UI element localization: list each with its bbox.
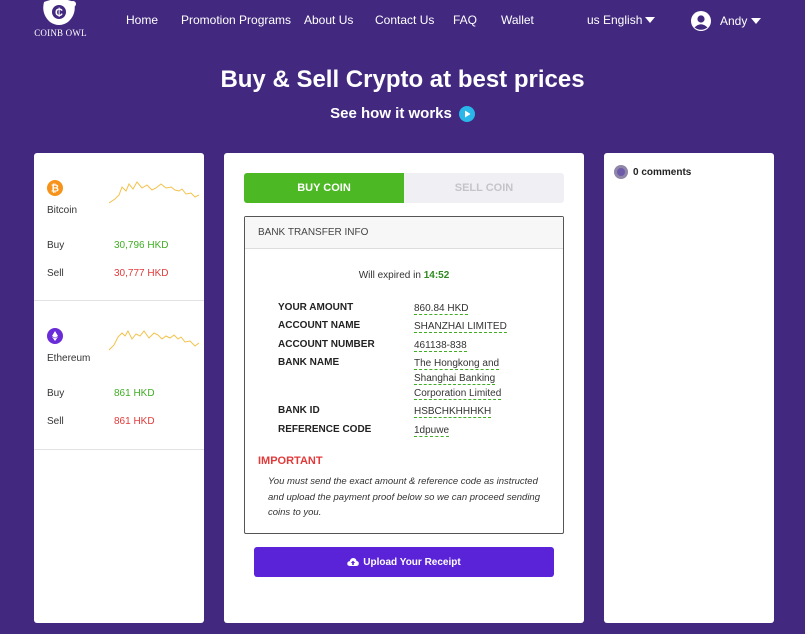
tab-sell-coin[interactable]: SELL COIN	[404, 173, 564, 203]
buy-label: Buy	[47, 240, 65, 251]
comment-avatar-icon	[614, 165, 628, 179]
coin-name: Bitcoin	[47, 205, 78, 216]
account-name-value[interactable]: SHANZHAI LIMITED	[414, 319, 507, 334]
reference-code-label: REFERENCE CODE	[278, 424, 372, 435]
svg-text:₵: ₵	[55, 7, 63, 19]
chevron-down-icon	[645, 17, 656, 23]
ethereum-icon	[47, 328, 63, 344]
important-note: You must send the exact amount & referen…	[268, 476, 540, 518]
sell-label: Sell	[47, 416, 64, 427]
nav-promotion-programs[interactable]: Promotion Programs	[181, 13, 291, 27]
divider	[34, 449, 204, 450]
bitcoin-icon: ₿	[47, 180, 63, 196]
nav-home[interactable]: Home	[126, 13, 158, 27]
nav-about-us[interactable]: About Us	[304, 13, 353, 27]
language-label: us English	[587, 13, 643, 27]
logo-text: COINB OWL	[34, 28, 87, 38]
sell-price: 861 HKD	[114, 416, 155, 427]
hero-subtitle: See how it works	[330, 105, 452, 122]
coin-name: Ethereum	[47, 353, 91, 364]
bank-id-value[interactable]: HSBCHKHHHKH	[414, 404, 492, 419]
your-amount-value[interactable]: 860.84 HKD	[414, 301, 469, 316]
divider	[34, 300, 204, 301]
language-selector[interactable]: us English	[587, 13, 656, 27]
your-amount-label: YOUR AMOUNT	[278, 302, 354, 313]
trade-tabs: BUY COIN SELL COIN	[244, 173, 564, 203]
reference-code-value[interactable]: 1dpuwe	[414, 423, 450, 438]
chevron-down-icon	[751, 18, 762, 24]
user-menu[interactable]: Andy	[691, 11, 762, 31]
expiry-notice: Will expired in 14:52	[245, 270, 563, 281]
bank-id-label: BANK ID	[278, 405, 320, 416]
bank-name-label: BANK NAME	[278, 357, 340, 368]
cloud-upload-icon	[347, 558, 360, 566]
nav-faq[interactable]: FAQ	[453, 13, 477, 27]
sell-price: 30,777 HKD	[114, 268, 169, 279]
brand-logo[interactable]: ₵ COINB OWL	[33, 0, 88, 42]
hero-title: Buy & Sell Crypto at best prices	[220, 66, 585, 93]
user-avatar-icon	[691, 11, 711, 31]
expiry-timer: 14:52	[423, 270, 450, 281]
nav-wallet[interactable]: Wallet	[501, 13, 534, 27]
play-icon	[458, 105, 475, 122]
sell-label: Sell	[47, 268, 64, 279]
see-how-it-works-link[interactable]: See how it works	[0, 105, 805, 122]
owl-logo-icon: ₵	[43, 0, 76, 25]
comments-count[interactable]: 0 comments	[614, 165, 691, 179]
bank-transfer-info: BANK TRANSFER INFO Will expired in 14:52…	[244, 216, 564, 534]
account-number-label: ACCOUNT NUMBER	[278, 339, 375, 350]
user-name: Andy	[720, 14, 748, 28]
upload-receipt-button[interactable]: Upload Your Receipt	[254, 547, 554, 577]
bitcoin-price-sparkline	[109, 181, 199, 204]
comments-count-label: 0 comments	[633, 166, 692, 178]
buy-price: 30,796 HKD	[114, 240, 169, 251]
important-label: IMPORTANT	[258, 455, 323, 467]
bank-transfer-header: BANK TRANSFER INFO	[245, 217, 563, 249]
tab-buy-coin[interactable]: BUY COIN	[244, 173, 404, 203]
svg-text:₿: ₿	[51, 183, 59, 195]
prices-panel: ₿ Bitcoin Buy 30,796 HKD Sell 30,777 HKD…	[34, 153, 204, 623]
account-name-label: ACCOUNT NAME	[278, 320, 361, 331]
nav-contact-us[interactable]: Contact Us	[375, 13, 434, 27]
account-number-value[interactable]: 461138-838	[414, 338, 467, 353]
bank-name-value[interactable]: The Hongkong and Shanghai Banking Corpor…	[414, 356, 524, 401]
trade-panel: BUY COIN SELL COIN BANK TRANSFER INFO Wi…	[224, 153, 584, 623]
upload-receipt-label: Upload Your Receipt	[363, 556, 461, 568]
buy-label: Buy	[47, 388, 65, 399]
expiry-label: Will expired in	[358, 270, 421, 281]
comments-panel: 0 comments	[604, 153, 774, 623]
ethereum-price-sparkline	[109, 329, 199, 351]
buy-price: 861 HKD	[114, 388, 155, 399]
